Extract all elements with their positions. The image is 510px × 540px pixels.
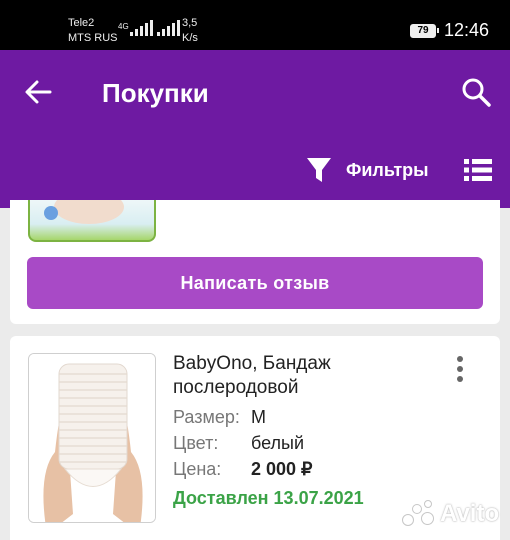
write-review-button[interactable]: Написать отзыв bbox=[27, 257, 483, 309]
filters-button[interactable]: Фильтры bbox=[306, 154, 429, 186]
avito-logo-icon bbox=[402, 500, 434, 528]
size-label: Размер: bbox=[173, 407, 240, 427]
size-row: Размер: M bbox=[173, 406, 266, 428]
color-label: Цвет: bbox=[173, 433, 219, 453]
list-view-icon[interactable] bbox=[464, 158, 492, 182]
product-name[interactable]: BabyOno, Бандаж послеродовой bbox=[173, 352, 433, 400]
avito-watermark: Avito bbox=[402, 496, 499, 532]
network-speed-unit: K/s bbox=[182, 32, 198, 44]
color-value: белый bbox=[251, 433, 305, 453]
search-icon[interactable] bbox=[458, 74, 494, 110]
filter-icon bbox=[307, 158, 331, 182]
battery-icon: 79 bbox=[410, 24, 439, 38]
filters-label: Фильтры bbox=[346, 159, 429, 180]
carrier-1: Tele2 bbox=[68, 17, 95, 29]
carrier-2: MTS RUS bbox=[68, 32, 118, 44]
size-value: M bbox=[251, 407, 266, 427]
page-title: Покупки bbox=[102, 78, 209, 108]
status-bar: Tele2 MTS RUS 4G 3,5 K/s 79 12:46 bbox=[0, 0, 510, 50]
avito-wordmark: Avito bbox=[440, 500, 500, 527]
signal-icon bbox=[130, 20, 153, 36]
network-speed-value: 3,5 bbox=[182, 17, 198, 29]
product-thumbnail[interactable] bbox=[28, 200, 156, 242]
signal-icon bbox=[157, 20, 180, 36]
network-type: 4G bbox=[118, 22, 129, 31]
product-image[interactable] bbox=[28, 353, 156, 523]
price-label: Цена: bbox=[173, 459, 222, 479]
price-row: Цена: 2 000 ₽ bbox=[173, 458, 313, 480]
clock: 12:46 bbox=[444, 20, 490, 40]
price-value: 2 000 ₽ bbox=[251, 459, 313, 479]
order-card: Написать отзыв bbox=[10, 200, 500, 324]
more-vertical-icon[interactable] bbox=[450, 356, 470, 386]
arrow-left-icon[interactable] bbox=[20, 76, 56, 108]
delivery-status: Доставлен 13.07.2021 bbox=[173, 488, 364, 508]
color-row: Цвет: белый bbox=[173, 432, 304, 454]
app-header: Покупки Фильтры bbox=[0, 50, 510, 208]
